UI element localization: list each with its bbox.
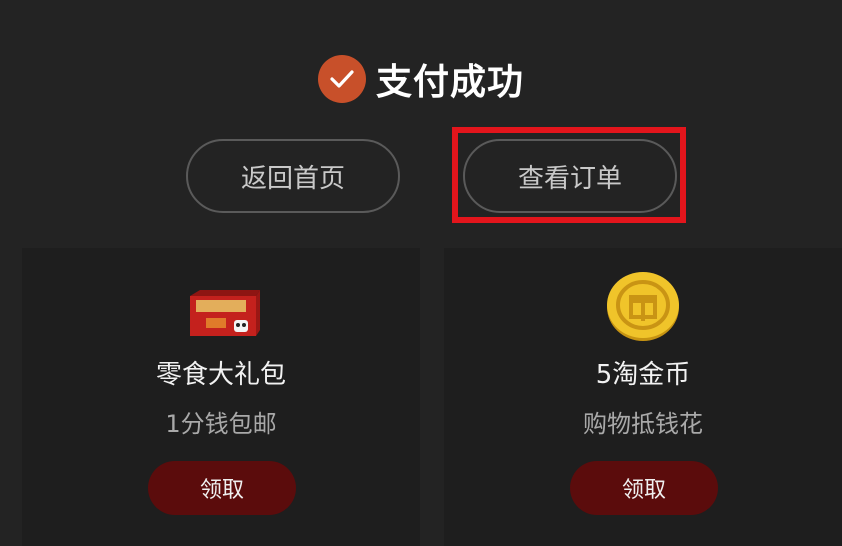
claim-button-coin[interactable]: 领取	[570, 461, 718, 515]
reward-name: 5淘金币	[595, 360, 691, 390]
reward-name: 零食大礼包	[155, 360, 286, 390]
reward-card-coin: 5淘金币 购物抵钱花 领取	[444, 248, 842, 546]
reward-subtitle: 购物抵钱花	[583, 410, 703, 438]
back-home-button[interactable]: 返回首页	[186, 139, 400, 213]
reward-subtitle: 1分钱包邮	[165, 410, 277, 438]
gift-box-image	[190, 290, 260, 336]
payment-success-header: 支付成功	[0, 52, 842, 106]
gold-coin-icon	[607, 272, 679, 341]
check-icon	[317, 55, 366, 103]
reward-card-snack: 零食大礼包 1分钱包邮 领取	[22, 248, 420, 546]
page-title: 支付成功	[375, 62, 524, 103]
view-order-button[interactable]: 查看订单	[463, 139, 677, 213]
claim-button-snack[interactable]: 领取	[148, 461, 296, 515]
